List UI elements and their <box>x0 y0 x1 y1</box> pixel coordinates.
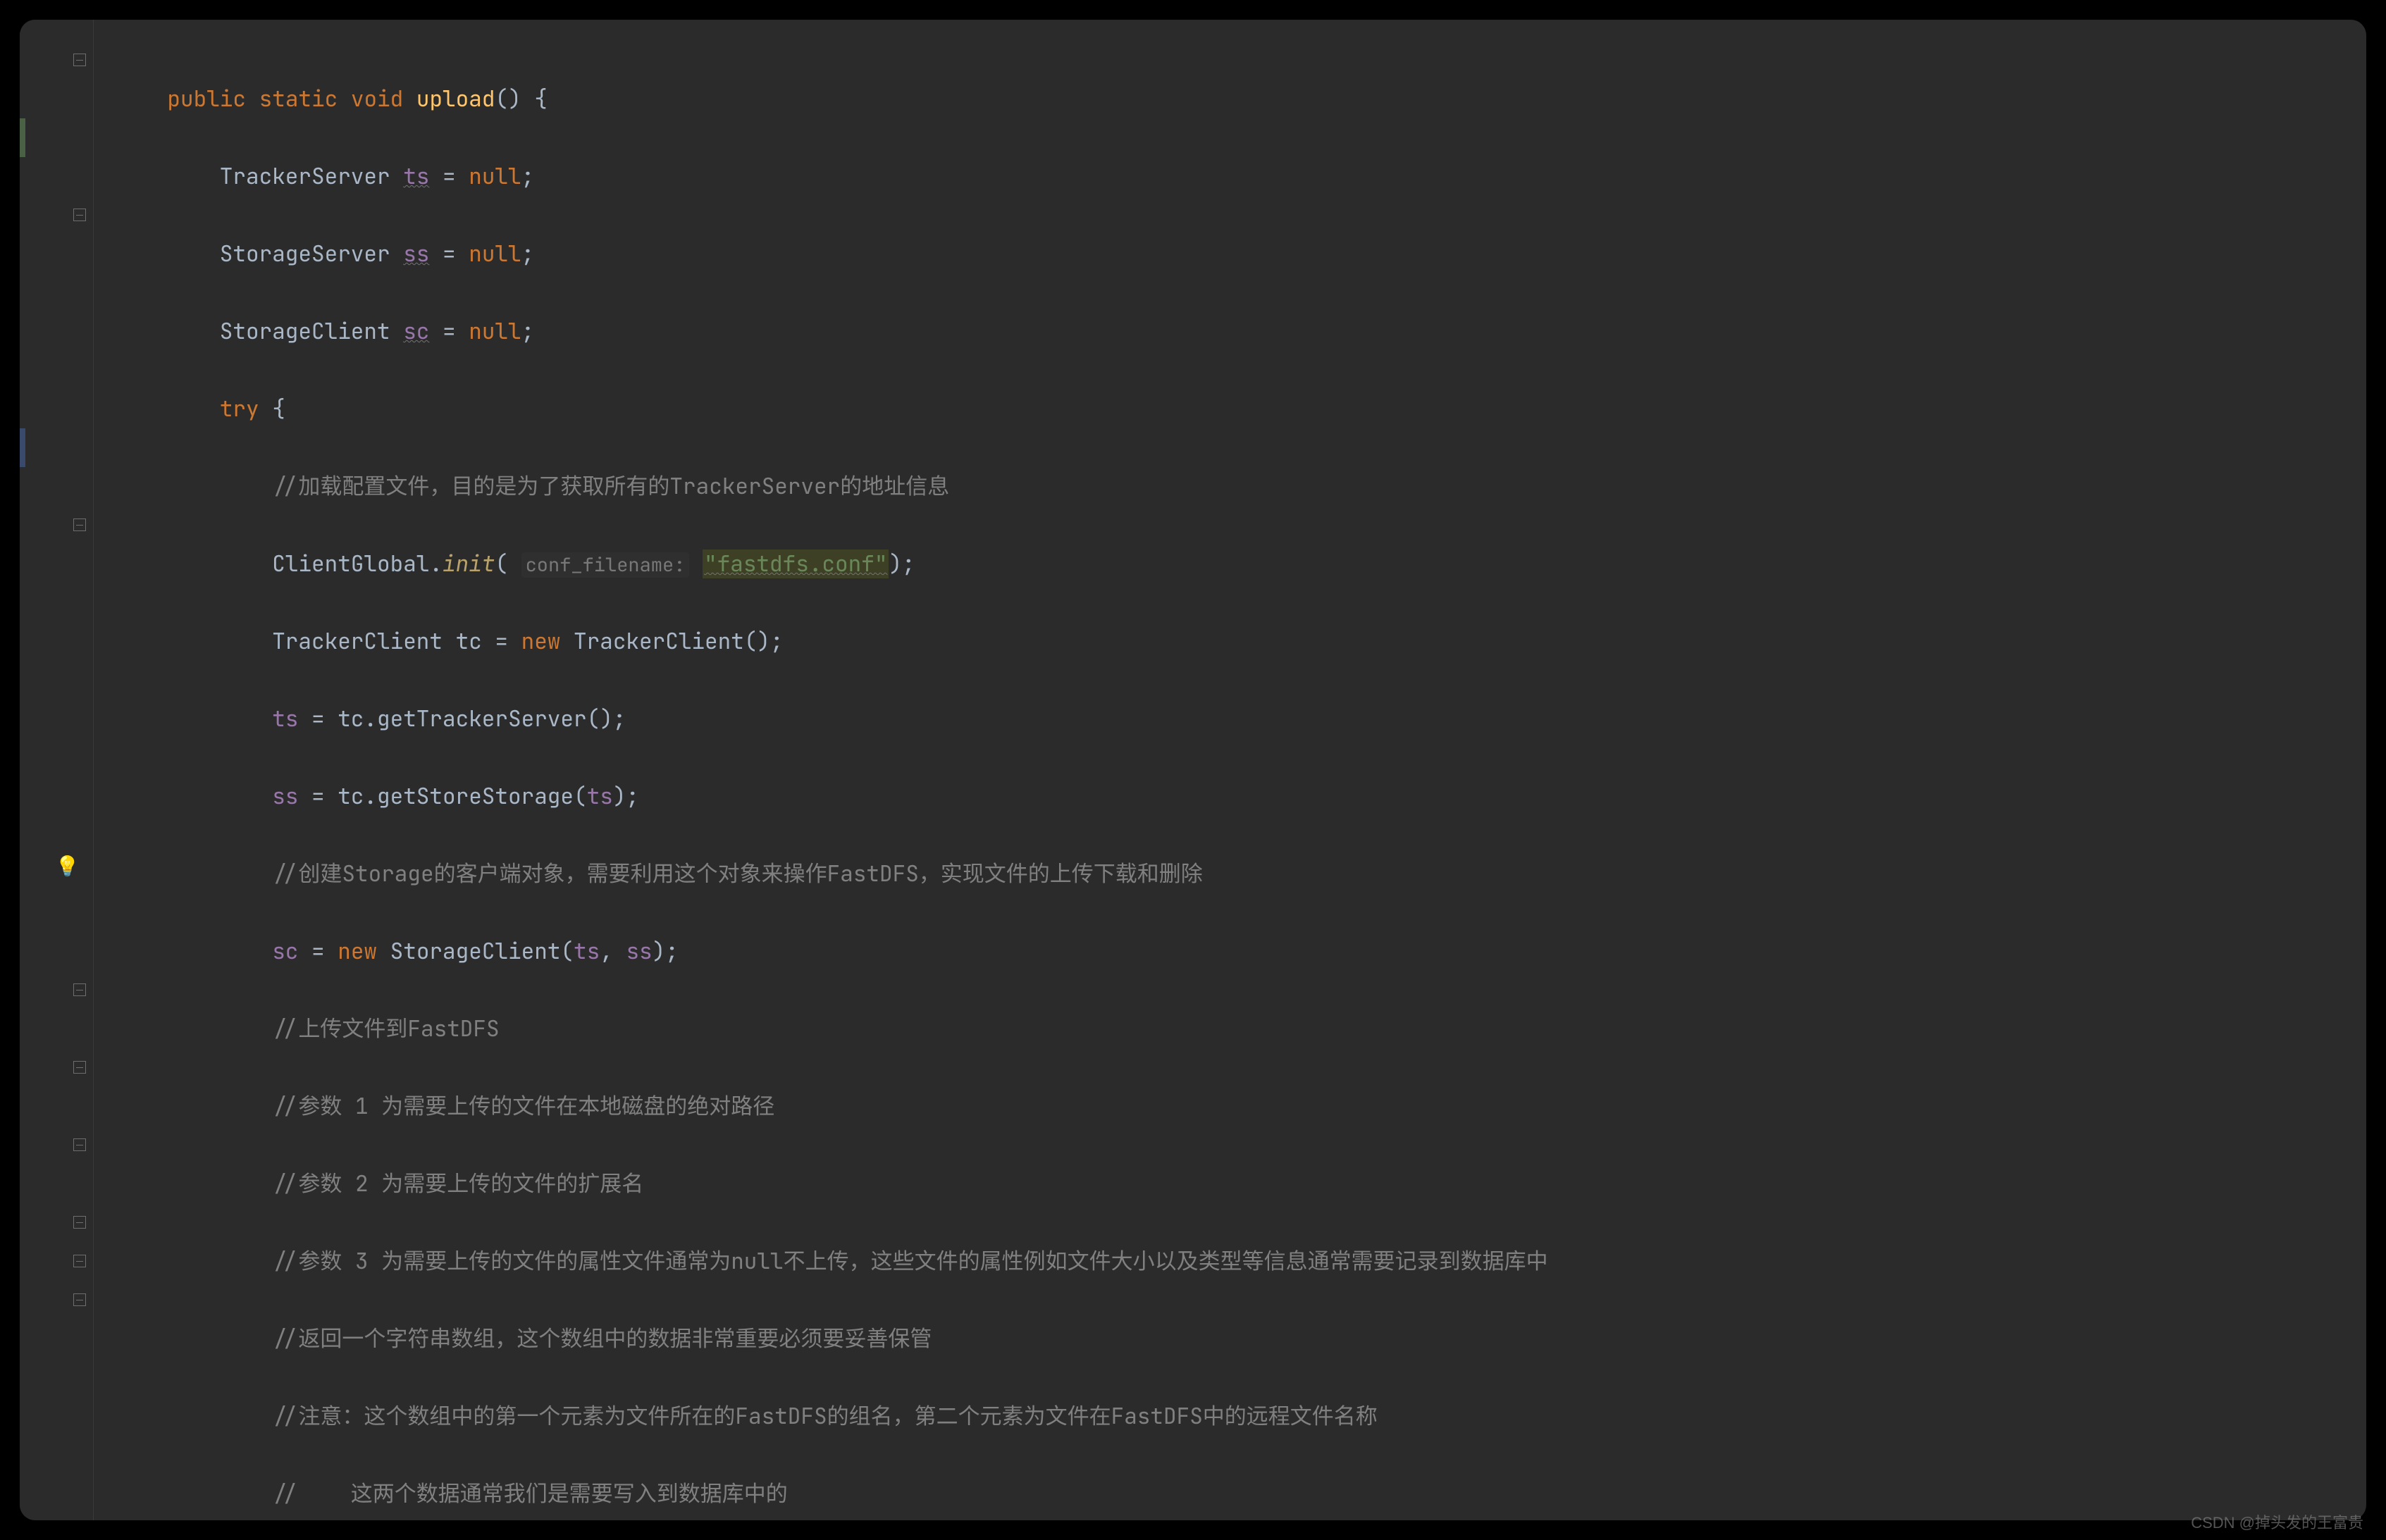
code-line[interactable]: public static void upload() { <box>115 80 2361 118</box>
code-line[interactable]: //上传文件到FastDFS <box>115 1010 2361 1048</box>
code-line[interactable]: StorageClient sc = null; <box>115 312 2361 351</box>
vcs-marker <box>20 118 25 157</box>
code-line[interactable]: //返回一个字符串数组，这个数组中的数据非常重要必须要妥善保管 <box>115 1319 2361 1358</box>
fold-handle-icon[interactable] <box>73 54 86 66</box>
fold-handle-icon[interactable] <box>73 1216 86 1229</box>
fold-handle-icon[interactable] <box>73 1061 86 1074</box>
fold-handle-icon[interactable] <box>73 518 86 531</box>
fold-handle-icon[interactable] <box>73 1293 86 1306</box>
code-line[interactable]: TrackerServer ts = null; <box>115 157 2361 196</box>
code-line[interactable]: //参数 1 为需要上传的文件在本地磁盘的绝对路径 <box>115 1087 2361 1126</box>
code-line[interactable]: // 这两个数据通常我们是需要写入到数据库中的 <box>115 1474 2361 1513</box>
watermark-text: CSDN @掉头发的王富贵 <box>2191 1510 2363 1533</box>
code-line[interactable]: //创建Storage的客户端对象，需要利用这个对象来操作FastDFS，实现文… <box>115 855 2361 893</box>
code-line[interactable]: ClientGlobal.init( conf_filename: "fastd… <box>115 545 2361 583</box>
vcs-marker <box>20 428 25 467</box>
code-line[interactable]: TrackerClient tc = new TrackerClient(); <box>115 622 2361 661</box>
code-line[interactable]: sc = new StorageClient(ts, ss); <box>115 932 2361 971</box>
code-line[interactable]: try { <box>115 390 2361 428</box>
inlay-hint: conf_filename: <box>521 552 690 578</box>
code-line[interactable]: //注意：这个数组中的第一个元素为文件所在的FastDFS的组名，第二个元素为文… <box>115 1397 2361 1436</box>
fold-handle-icon[interactable] <box>73 1255 86 1267</box>
code-line[interactable]: ts = tc.getTrackerServer(); <box>115 700 2361 738</box>
code-line[interactable]: StorageServer ss = null; <box>115 235 2361 273</box>
fold-handle-icon[interactable] <box>73 983 86 996</box>
code-editor[interactable]: 💡 public static void upload() { TrackerS… <box>20 20 2366 1520</box>
code-line[interactable]: //加载配置文件，目的是为了获取所有的TrackerServer的地址信息 <box>115 467 2361 506</box>
fold-handle-icon[interactable] <box>73 1138 86 1151</box>
code-line[interactable]: //参数 3 为需要上传的文件的属性文件通常为null不上传，这些文件的属性例如… <box>115 1242 2361 1281</box>
fold-handle-icon[interactable] <box>73 209 86 221</box>
code-line[interactable]: ss = tc.getStoreStorage(ts); <box>115 777 2361 816</box>
editor-gutter[interactable]: 💡 <box>20 20 94 1520</box>
code-area[interactable]: public static void upload() { TrackerSer… <box>94 20 2366 1520</box>
intention-bulb-icon[interactable]: 💡 <box>55 856 76 877</box>
code-line[interactable]: //参数 2 为需要上传的文件的扩展名 <box>115 1165 2361 1203</box>
